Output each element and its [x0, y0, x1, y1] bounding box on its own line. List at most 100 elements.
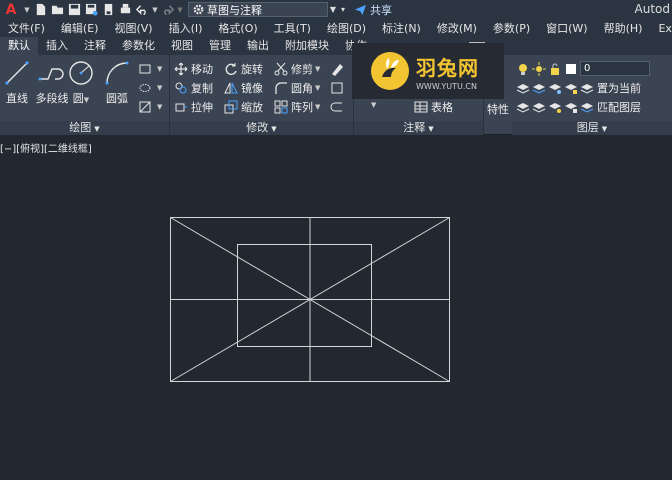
arc-label: 圆弧: [106, 92, 128, 105]
annotation-panel-title[interactable]: 注释 ▼: [354, 121, 483, 135]
watermark-url: WWW.YUTU.CN: [416, 81, 477, 91]
tab-manage[interactable]: 管理: [201, 37, 239, 55]
drawing-geometry: [170, 217, 450, 382]
rectangle-tool-button[interactable]: ▼: [138, 59, 162, 78]
tab-insert[interactable]: 插入: [38, 37, 76, 55]
menu-view[interactable]: 视图(V): [106, 20, 160, 36]
workspace-selector[interactable]: 草图与注释: [188, 2, 328, 17]
app-menu-button[interactable]: A: [0, 0, 22, 19]
explode-icon: [331, 82, 343, 93]
stretch-button[interactable]: 拉伸: [174, 97, 213, 116]
mirror-icon: [224, 82, 238, 93]
layer-properties-label[interactable]: 特性: [487, 101, 509, 117]
set-current-icon: [580, 83, 594, 94]
redo-dropdown-icon[interactable]: ▼: [176, 1, 184, 18]
layer-dropdown[interactable]: 0: [516, 59, 650, 78]
layers-panel-title[interactable]: 图层 ▼: [512, 121, 672, 135]
set-current-label: 置为当前: [597, 81, 641, 95]
trim-button[interactable]: 修剪 ▼: [274, 59, 320, 78]
tab-default[interactable]: 默认: [0, 37, 38, 55]
draw-panel-title[interactable]: 绘图 ▼: [0, 121, 169, 135]
workspace-dropdown-icon[interactable]: ▼: [328, 5, 338, 14]
watermark-name: 羽兔网: [416, 55, 479, 80]
modify-col-3: 修剪 ▼ 圆角 ▼ 阵列 ▼: [274, 59, 320, 116]
menu-modify[interactable]: 修改(M): [429, 20, 485, 36]
circle-dropdown-icon[interactable]: ▼: [84, 96, 89, 104]
tab-view[interactable]: 视图: [163, 37, 201, 55]
menu-edit[interactable]: 编辑(E): [53, 20, 107, 36]
app-menu-caret-icon[interactable]: ▼: [22, 0, 32, 19]
hatch-icon: [139, 83, 151, 92]
fillet-button[interactable]: 圆角 ▼: [274, 78, 320, 97]
layer-unlock-icon[interactable]: [564, 100, 578, 114]
trim-dropdown-icon: ▼: [315, 64, 321, 73]
stretch-icon: [175, 103, 187, 111]
menu-help[interactable]: 帮助(H): [596, 20, 651, 36]
tab-parametric[interactable]: 参数化: [114, 37, 163, 55]
match-layer-button[interactable]: 匹配图层: [580, 97, 641, 116]
menu-dimension[interactable]: 标注(N): [374, 20, 429, 36]
lightbulb-icon: [519, 63, 527, 75]
hatch-tool-button[interactable]: ▼: [138, 78, 162, 97]
menu-parametric[interactable]: 参数(P): [485, 20, 538, 36]
undo-dropdown-icon[interactable]: ▼: [151, 1, 159, 18]
copy-icon: [175, 82, 187, 93]
rectangle-dropdown-icon: ▼: [157, 64, 163, 73]
rotate-button[interactable]: 旋转: [224, 59, 263, 78]
layer-lock-icon[interactable]: [564, 81, 578, 95]
rectangle-icon: [139, 64, 151, 73]
menu-file[interactable]: 文件(F): [0, 20, 53, 36]
open-folder-icon[interactable]: [49, 1, 66, 18]
modify-panel-title[interactable]: 修改 ▼: [170, 121, 353, 135]
rotate-label: 旋转: [241, 62, 263, 76]
menu-format[interactable]: 格式(O): [210, 20, 265, 36]
menu-insert[interactable]: 插入(I): [161, 20, 211, 36]
menu-draw[interactable]: 绘图(D): [319, 20, 374, 36]
trim-label: 修剪: [291, 62, 313, 76]
customize-toolbar-icon[interactable]: ▾: [338, 5, 348, 14]
quick-access-toolbar: ▼ ▼: [32, 0, 184, 19]
undo-icon[interactable]: [134, 1, 151, 18]
table-button[interactable]: 表格: [414, 97, 453, 116]
gradient-icon: [139, 101, 151, 112]
menu-window[interactable]: 窗口(W): [538, 20, 595, 36]
layer-unisolate-icon[interactable]: [532, 100, 546, 114]
plot-icon[interactable]: [117, 1, 134, 18]
current-layer-name: 0: [580, 61, 650, 76]
set-current-button[interactable]: 置为当前: [580, 78, 641, 97]
mirror-button[interactable]: 镜像: [224, 78, 263, 97]
modify-col-2: 旋转 镜像 缩放: [224, 59, 263, 116]
offset-icon: [330, 102, 342, 111]
line-tool-button[interactable]: 直线: [0, 59, 34, 106]
layer-on-icon[interactable]: [516, 100, 530, 114]
copy-button[interactable]: 复制: [174, 78, 213, 97]
tab-addins[interactable]: 附加模块: [277, 37, 337, 55]
new-file-icon[interactable]: [32, 1, 49, 18]
tab-output[interactable]: 输出: [239, 37, 277, 55]
layer-off-icon[interactable]: [516, 81, 530, 95]
circle-tool-button[interactable]: 圆▼: [64, 59, 98, 106]
explode-button[interactable]: [330, 78, 347, 97]
erase-button[interactable]: [330, 59, 347, 78]
menu-tools[interactable]: 工具(T): [266, 20, 319, 36]
array-button[interactable]: 阵列 ▼: [274, 97, 320, 116]
arc-tool-button[interactable]: 圆弧: [100, 59, 134, 106]
layer-thaw-icon[interactable]: [548, 100, 562, 114]
menu-express[interactable]: Exp: [650, 22, 672, 35]
cloud-save-icon[interactable]: [100, 1, 117, 18]
tab-annotate[interactable]: 注释: [76, 37, 114, 55]
save-icon[interactable]: [66, 1, 83, 18]
move-icon: [174, 62, 188, 75]
scale-button[interactable]: 缩放: [224, 97, 263, 116]
move-button[interactable]: 移动: [174, 59, 213, 78]
save-as-icon[interactable]: [83, 1, 100, 18]
drawing-canvas[interactable]: [0, 136, 672, 480]
viewport-controls[interactable]: [−][俯视][二维线框]: [0, 140, 92, 155]
layer-freeze-icon[interactable]: [548, 81, 562, 95]
share-button[interactable]: 共享: [354, 2, 392, 18]
polyline-icon: [38, 68, 64, 81]
offset-button[interactable]: [330, 97, 347, 116]
redo-icon[interactable]: [159, 1, 176, 18]
layer-isolate-icon[interactable]: [532, 81, 546, 95]
gradient-tool-button[interactable]: ▼: [138, 97, 162, 116]
